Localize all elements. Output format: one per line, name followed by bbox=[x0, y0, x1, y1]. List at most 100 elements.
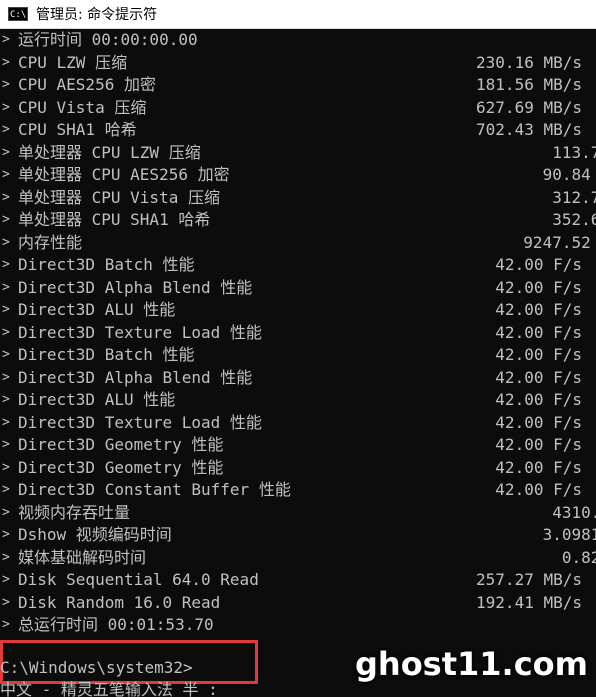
output-label: CPU LZW 压缩 bbox=[18, 52, 128, 72]
output-line: > 内存性能 9247.52 M bbox=[0, 232, 596, 255]
chevron-right-icon: > bbox=[2, 257, 10, 272]
watermark-logo: ghost11.com bbox=[355, 645, 588, 683]
output-line: > 总运行时间 00:01:53.70 bbox=[0, 614, 596, 637]
output-label: 总运行时间 00:01:53.70 bbox=[18, 615, 214, 634]
output-label: Direct3D Texture Load 性能 bbox=[18, 412, 262, 432]
chevron-right-icon: > bbox=[2, 189, 10, 205]
chevron-right-icon: > bbox=[2, 99, 10, 115]
output-label: 内存性能 bbox=[18, 232, 83, 252]
output-label: Direct3D ALU 性能 bbox=[18, 390, 176, 409]
console-output[interactable]: > 运行时间 00:00:00.00 > CPU LZW 压缩 230.16 MB/s >… bbox=[0, 29, 596, 697]
output-value: 42.00 F/s bbox=[495, 457, 582, 477]
output-label: CPU AES256 加密 bbox=[18, 75, 156, 94]
output-value: 352.68 bbox=[552, 210, 596, 229]
chevron-right-icon: > bbox=[2, 549, 10, 565]
output-value: 42.00 F/s bbox=[495, 345, 582, 364]
output-line: > Direct3D Geometry 性能 42.00 F/s bbox=[0, 434, 596, 457]
output-label: 单处理器 CPU AES256 加密 bbox=[18, 165, 230, 184]
output-label: Direct3D ALU 性能 bbox=[18, 300, 176, 319]
output-label: CPU SHA1 哈希 bbox=[18, 120, 137, 139]
output-value: 3.09818 bbox=[542, 525, 596, 544]
window-title: 管理员: 命令提示符 bbox=[36, 7, 158, 23]
output-line: > Disk Sequential 64.0 Read 257.27 MB/s bbox=[0, 569, 596, 592]
output-value: 627.69 MB/s bbox=[476, 97, 582, 117]
output-line: > 单处理器 CPU AES256 加密 90.84 M bbox=[0, 164, 596, 187]
chevron-right-icon: > bbox=[2, 77, 10, 92]
output-label: Direct3D Geometry 性能 bbox=[18, 457, 224, 477]
output-line: > CPU AES256 加密 181.56 MB/s bbox=[0, 74, 596, 97]
chevron-right-icon: > bbox=[2, 167, 10, 182]
output-value: 312.77 bbox=[552, 187, 596, 207]
output-label: Direct3D Geometry 性能 bbox=[18, 435, 224, 454]
chevron-right-icon: > bbox=[2, 369, 10, 385]
output-label: Direct3D Alpha Blend 性能 bbox=[18, 367, 253, 387]
chevron-right-icon: > bbox=[2, 414, 10, 430]
output-line: > 单处理器 CPU LZW 压缩 113.78 bbox=[0, 142, 596, 165]
chevron-right-icon: > bbox=[2, 459, 10, 475]
title-bar[interactable]: C:\ 管理员: 命令提示符 bbox=[0, 0, 596, 29]
output-label: Direct3D Batch 性能 bbox=[18, 255, 195, 274]
output-line: > Direct3D Batch 性能 42.00 F/s bbox=[0, 254, 596, 277]
chevron-right-icon: > bbox=[2, 594, 10, 610]
output-label: Direct3D Batch 性能 bbox=[18, 345, 195, 364]
chevron-right-icon: > bbox=[2, 482, 10, 497]
output-value: 257.27 MB/s bbox=[476, 570, 582, 589]
output-line: > 视频内存吞吐量 4310.8 bbox=[0, 502, 596, 525]
chevron-right-icon: > bbox=[2, 212, 10, 227]
output-line: > Direct3D Constant Buffer 性能 42.00 F/s bbox=[0, 479, 596, 502]
output-value: 90.84 M bbox=[542, 165, 596, 184]
chevron-right-icon: > bbox=[2, 324, 10, 340]
chevron-right-icon: > bbox=[2, 437, 10, 452]
chevron-right-icon: > bbox=[2, 32, 10, 47]
output-value: 181.56 MB/s bbox=[476, 75, 582, 94]
output-line: > 媒体基础解码时间 0.829 bbox=[0, 547, 596, 570]
output-line: > Direct3D ALU 性能 42.00 F/s bbox=[0, 389, 596, 412]
output-value: 42.00 F/s bbox=[495, 300, 582, 319]
output-line: > CPU LZW 压缩 230.16 MB/s bbox=[0, 52, 596, 75]
output-line: > 单处理器 CPU SHA1 哈希 352.68 bbox=[0, 209, 596, 232]
output-label: Direct3D Texture Load 性能 bbox=[18, 322, 262, 342]
chevron-right-icon: > bbox=[2, 392, 10, 407]
output-value: 42.00 F/s bbox=[495, 480, 582, 499]
output-value: 42.00 F/s bbox=[495, 435, 582, 454]
command-prompt-window: C:\ 管理员: 命令提示符 > 运行时间 00:00:00.00 > CPU LZW… bbox=[0, 0, 596, 697]
output-label: 媒体基础解码时间 bbox=[18, 547, 147, 567]
output-line: > Direct3D ALU 性能 42.00 F/s bbox=[0, 299, 596, 322]
ime-status: 中文 - 精灵五笔输入法 半 : bbox=[0, 680, 218, 697]
output-line: > Direct3D Alpha Blend 性能 42.00 F/s bbox=[0, 367, 596, 390]
output-line: > Direct3D Geometry 性能 42.00 F/s bbox=[0, 457, 596, 480]
output-label: Disk Random 16.0 Read bbox=[18, 592, 221, 612]
chevron-right-icon: > bbox=[2, 234, 10, 250]
output-label: Direct3D Alpha Blend 性能 bbox=[18, 277, 253, 297]
output-value: 9247.52 M bbox=[523, 232, 596, 252]
output-label: 单处理器 CPU Vista 压缩 bbox=[18, 187, 220, 207]
output-label: 运行时间 00:00:00.00 bbox=[18, 30, 198, 49]
chevron-right-icon: > bbox=[2, 54, 10, 70]
output-value: 113.78 bbox=[552, 142, 596, 162]
output-line: > CPU SHA1 哈希 702.43 MB/s bbox=[0, 119, 596, 142]
output-value: 192.41 MB/s bbox=[476, 592, 582, 612]
chevron-right-icon: > bbox=[2, 617, 10, 632]
output-label: 单处理器 CPU SHA1 哈希 bbox=[18, 210, 211, 229]
output-value: 42.00 F/s bbox=[495, 367, 582, 387]
output-line: > Dshow 视频编码时间 3.09818 bbox=[0, 524, 596, 547]
output-value: 42.00 F/s bbox=[495, 412, 582, 432]
output-label: 视频内存吞吐量 bbox=[18, 502, 131, 522]
chevron-right-icon: > bbox=[2, 347, 10, 362]
output-label: CPU Vista 压缩 bbox=[18, 97, 147, 117]
output-line: > 运行时间 00:00:00.00 bbox=[0, 29, 596, 52]
chevron-right-icon: > bbox=[2, 279, 10, 295]
output-label: Dshow 视频编码时间 bbox=[18, 525, 172, 544]
output-value: 4310.8 bbox=[552, 502, 596, 522]
output-line: > Disk Random 16.0 Read 192.41 MB/s bbox=[0, 592, 596, 615]
output-line: > 单处理器 CPU Vista 压缩 312.77 bbox=[0, 187, 596, 210]
output-line: > Direct3D Texture Load 性能 42.00 F/s bbox=[0, 322, 596, 345]
command-prompt[interactable]: C:\Windows\system32> bbox=[0, 657, 193, 679]
output-line: > CPU Vista 压缩 627.69 MB/s bbox=[0, 97, 596, 120]
output-line: > Direct3D Batch 性能 42.00 F/s bbox=[0, 344, 596, 367]
output-value: 42.00 F/s bbox=[495, 277, 582, 297]
chevron-right-icon: > bbox=[2, 122, 10, 137]
cmd-icon: C:\ bbox=[8, 7, 28, 21]
chevron-right-icon: > bbox=[2, 527, 10, 542]
chevron-right-icon: > bbox=[2, 144, 10, 160]
